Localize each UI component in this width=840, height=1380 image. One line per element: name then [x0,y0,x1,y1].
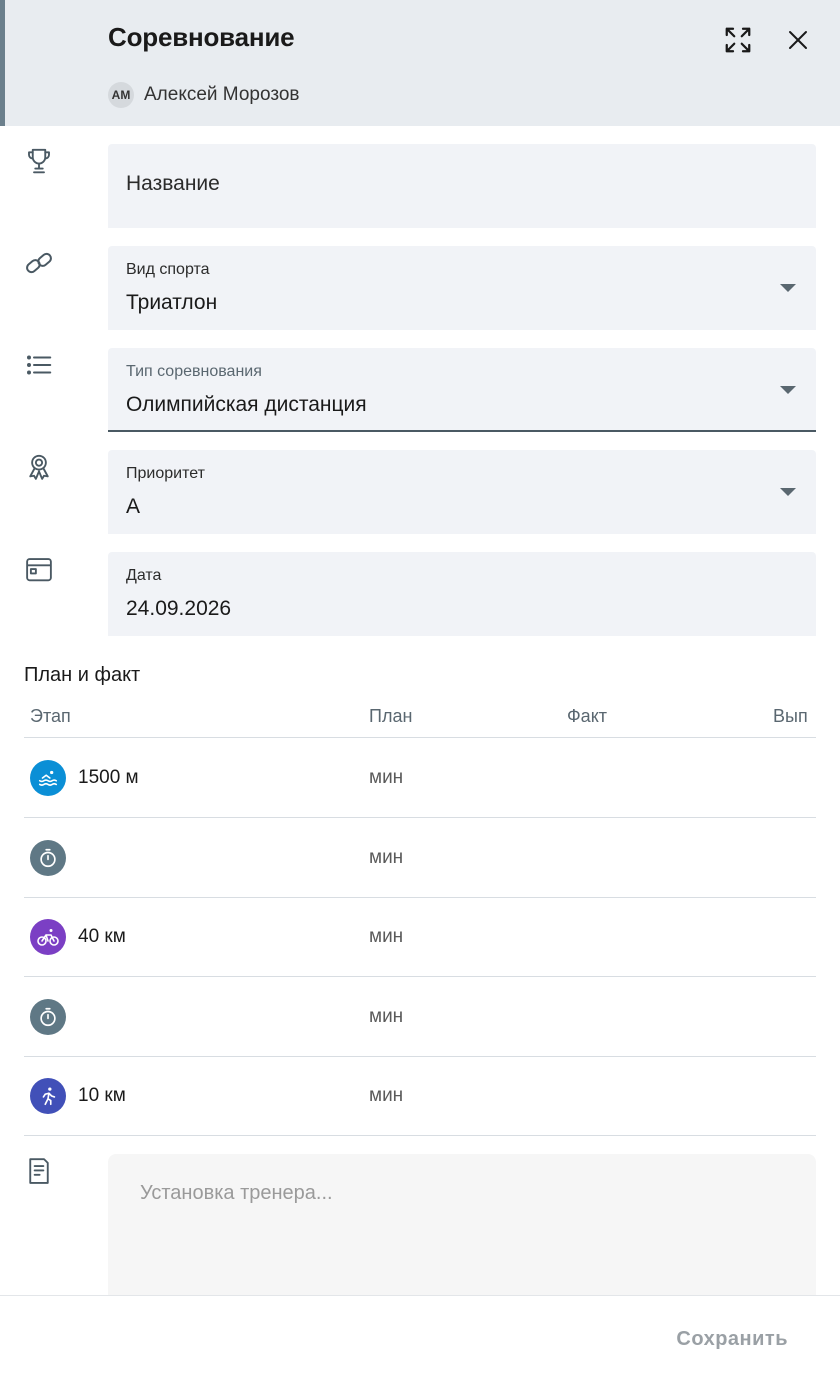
stopwatch-icon [30,840,66,876]
column-header-plan: План [369,706,413,726]
stage-name: 10 км [78,1085,126,1106]
competition-type-select[interactable]: Тип соревнования Олимпийская дистанция [108,348,816,432]
coach-notes-textarea[interactable]: Установка тренера... [108,1154,816,1314]
author-avatar: АМ [108,82,134,108]
priority-value: A [126,495,141,518]
stage-plan-input[interactable]: мин [369,926,403,948]
sport-select[interactable]: Вид спорта Триатлон [108,246,816,330]
calendar-icon [24,554,54,584]
priority-select[interactable]: Приоритет A [108,450,816,534]
author-name: Алексей Морозов [144,84,300,105]
date-input[interactable]: Дата 24.09.2026 [108,552,816,636]
sport-label: Вид спорта [126,261,210,278]
list-icon [24,350,54,380]
trophy-icon [24,146,54,176]
save-button[interactable]: Сохранить [676,1328,788,1351]
priority-label: Приоритет [126,465,205,482]
name-placeholder: Название [126,172,220,195]
plan-section-title: План и факт [24,664,141,686]
table-row: 40 км мин [24,897,816,977]
coach-notes-placeholder: Установка тренера... [140,1182,333,1204]
competition-type-label: Тип соревнования [126,363,262,380]
header-edge [0,0,5,126]
table-row: мин [24,818,816,898]
table-row: 10 км мин [24,1056,816,1136]
stage-name: 40 км [78,926,126,947]
expand-icon [725,27,751,53]
dialog-footer: Сохранить [0,1295,840,1380]
stage-name: 1500 м [78,767,139,788]
sport-dropdown-icon [780,284,796,292]
table-row: 1500 м мин [24,738,816,818]
stage-plan-input[interactable]: мин [369,767,403,789]
dialog-title: Соревнование [108,22,295,52]
expand-button[interactable] [718,20,758,60]
column-header-completion: Вып [773,706,808,726]
competition-type-value: Олимпийская дистанция [126,393,367,416]
dialog-header: Соревнование АМ Алексей Морозов [0,0,840,126]
table-row: мин [24,977,816,1057]
close-button[interactable] [778,20,818,60]
date-label: Дата [126,567,162,584]
stage-plan-input[interactable]: мин [369,1085,403,1107]
column-header-fact: Факт [567,706,608,726]
run-icon [30,1078,66,1114]
name-input[interactable]: Название [108,144,816,228]
date-value: 24.09.2026 [126,597,232,620]
close-icon [789,31,807,49]
sport-value: Триатлон [126,291,218,314]
swim-icon [30,760,66,796]
competition-type-dropdown-icon [780,386,796,394]
bike-icon [30,919,66,955]
chain-link-icon [24,248,54,278]
note-icon [24,1156,54,1186]
priority-dropdown-icon [780,488,796,496]
stage-plan-input[interactable]: мин [369,847,403,869]
award-ribbon-icon [24,452,54,482]
column-header-stage: Этап [30,706,71,726]
stopwatch-icon [30,999,66,1035]
stage-plan-input[interactable]: мин [369,1006,403,1028]
